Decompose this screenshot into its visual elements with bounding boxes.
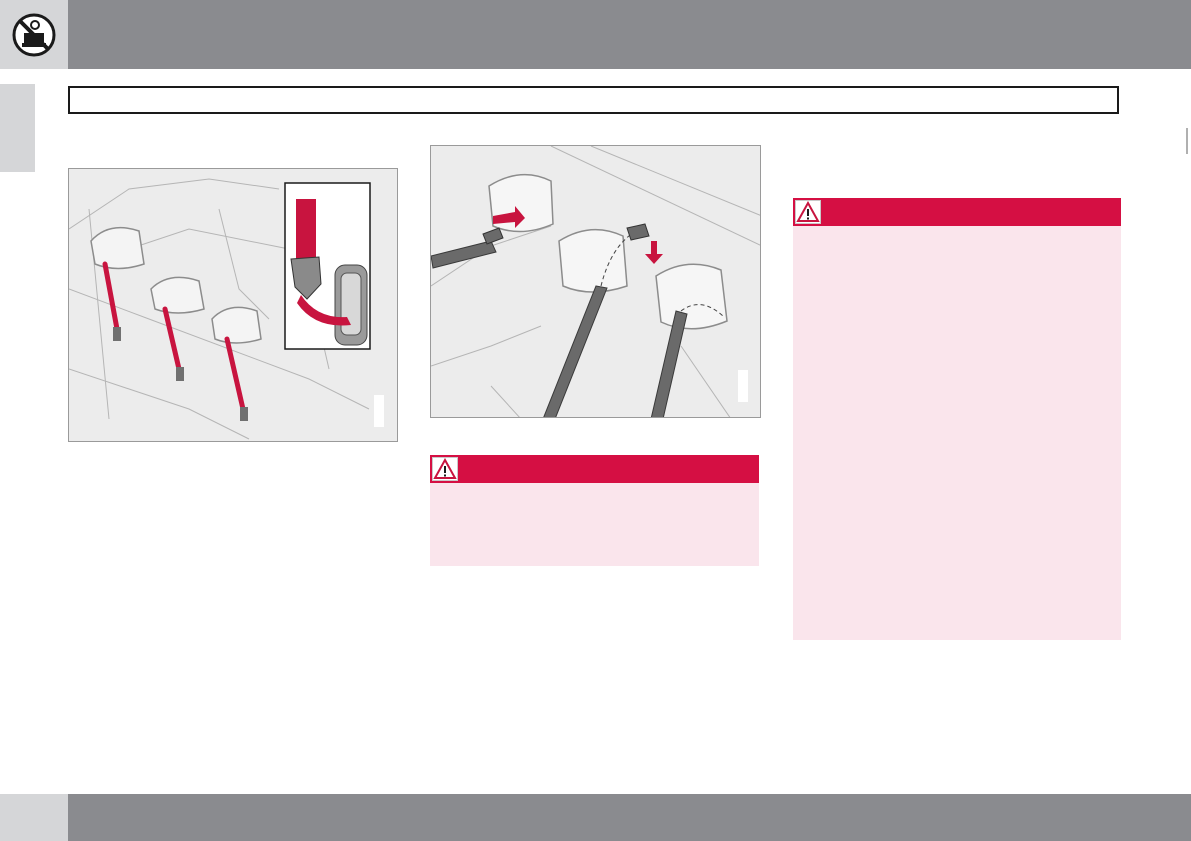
- child-safety-seat-prohibited-icon: [12, 13, 56, 57]
- header-bar: [0, 0, 1191, 69]
- warning-triangle-icon: [432, 457, 458, 481]
- warning-triangle-icon: [795, 200, 821, 224]
- page-number-box: [0, 794, 68, 841]
- warning-body: [793, 226, 1121, 640]
- warning-header: [430, 455, 759, 483]
- section-title-box: [68, 86, 1119, 114]
- edge-marker: [1186, 128, 1188, 154]
- headrest-belt-routing-illustration: [431, 146, 760, 417]
- rear-seat-belts-stowed-illustration: [69, 178, 384, 440]
- warning-header: [793, 198, 1121, 226]
- footer-bar: [0, 794, 1191, 841]
- chapter-side-tab: [0, 84, 35, 172]
- figure-code: [738, 370, 748, 402]
- header-icon-box: [0, 0, 68, 69]
- rear-seat-belts-figure: [68, 168, 398, 442]
- figure-code: [374, 395, 384, 427]
- warning-body: [430, 483, 759, 566]
- headrest-belt-figure: [430, 145, 761, 418]
